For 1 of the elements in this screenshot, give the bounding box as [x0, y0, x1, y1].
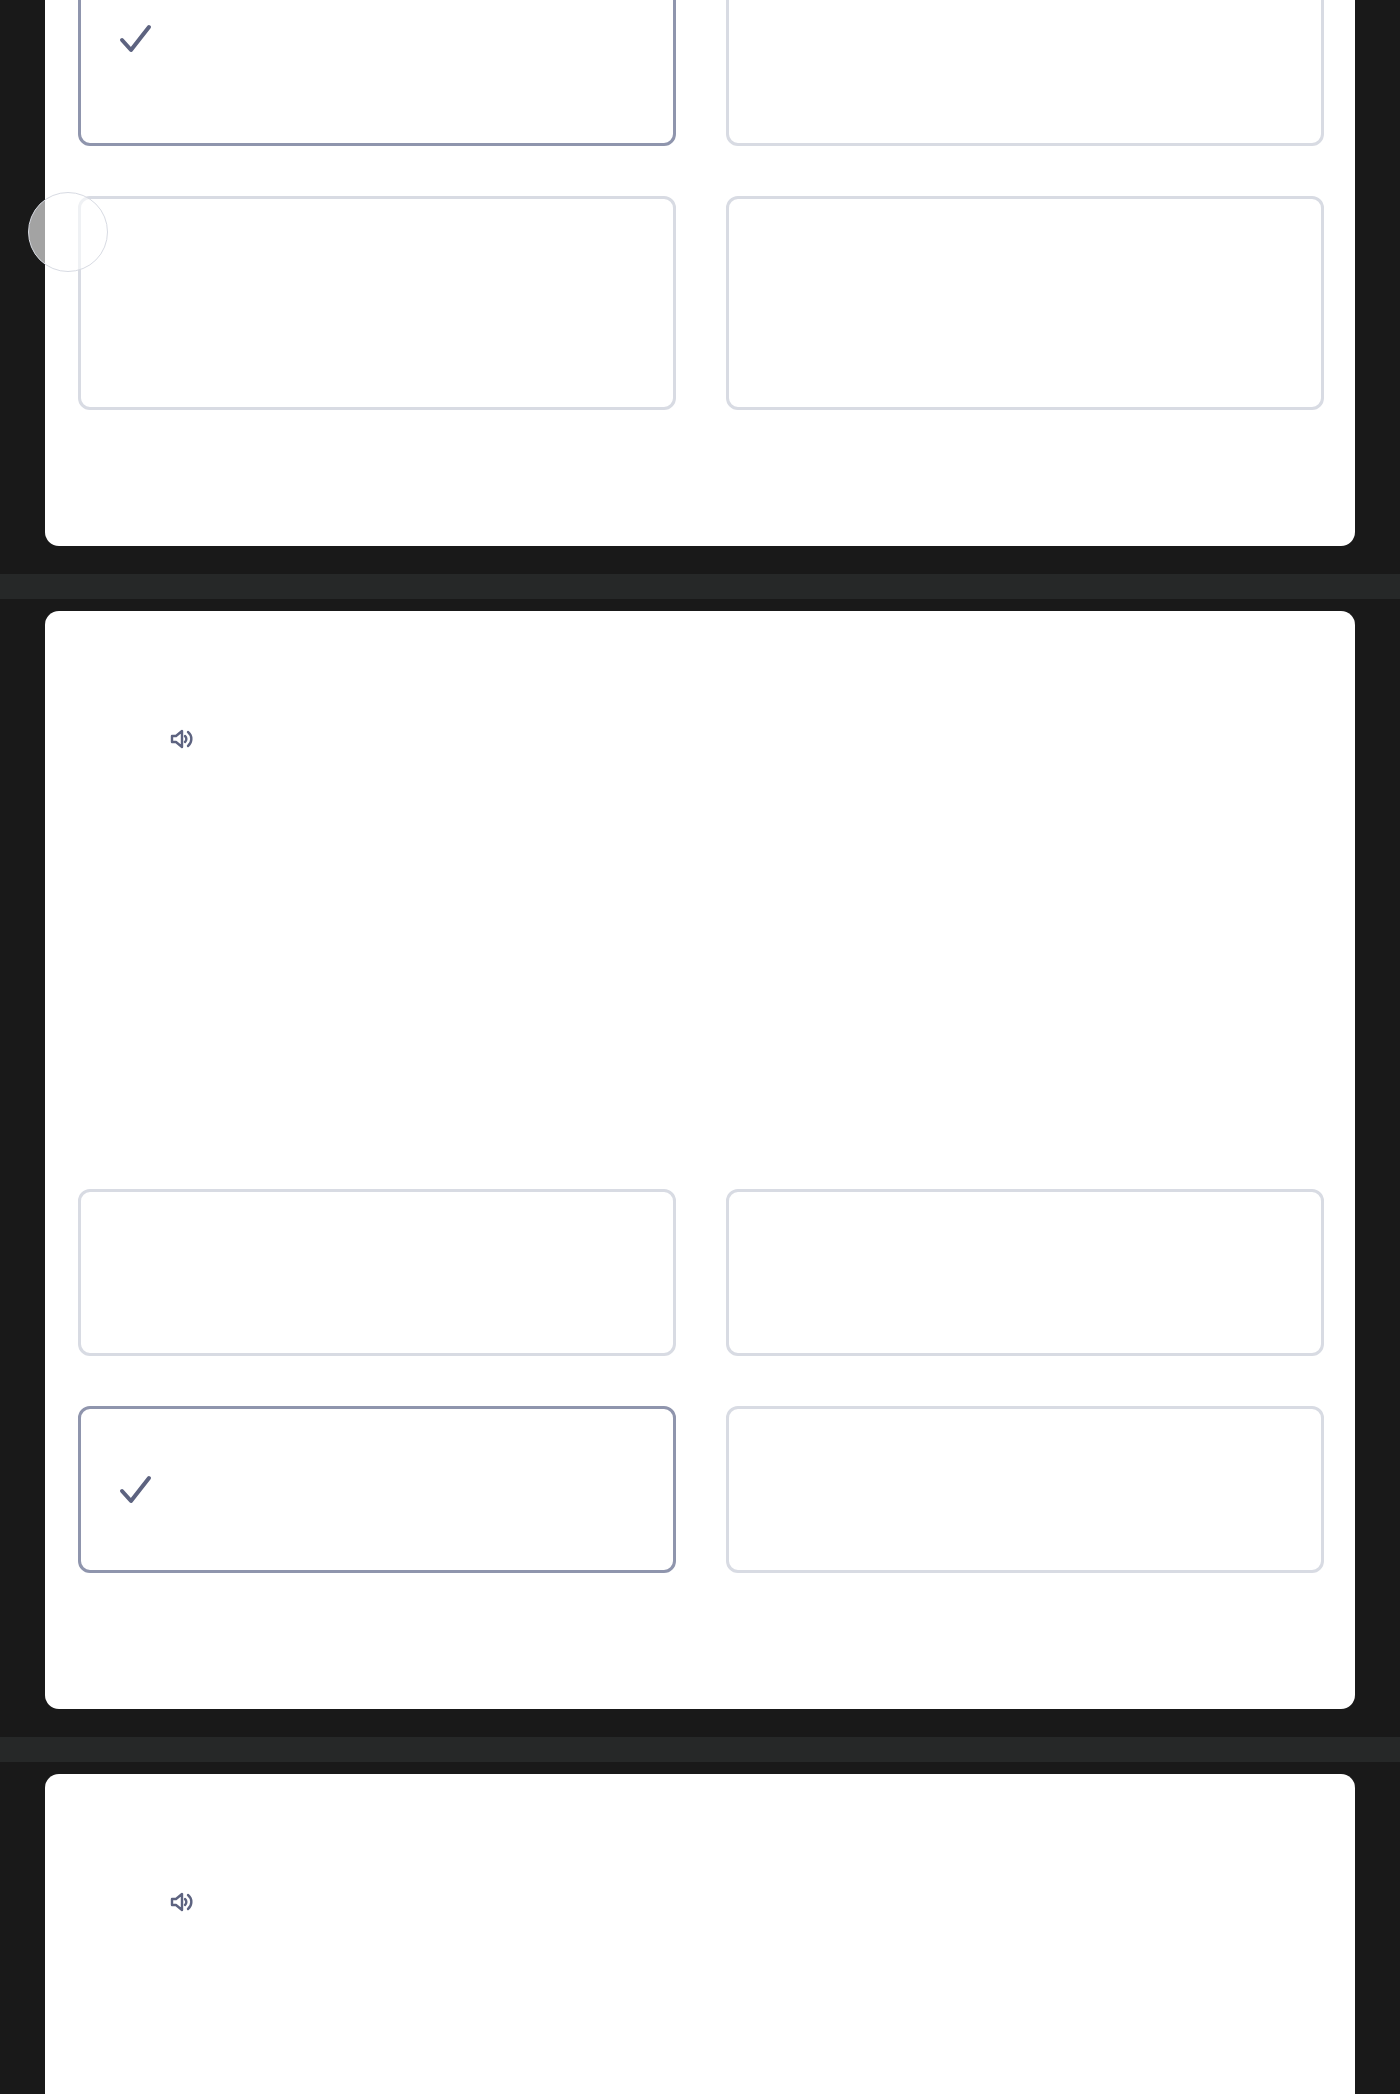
answer-option[interactable] [78, 1406, 676, 1573]
